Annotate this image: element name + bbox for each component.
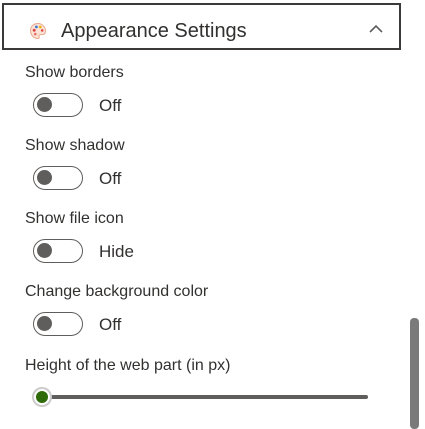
change-background-color-state: Off bbox=[99, 315, 122, 334]
appearance-settings-header[interactable]: Appearance Settings bbox=[2, 3, 401, 50]
show-file-icon-state: Hide bbox=[99, 242, 134, 261]
web-part-height-label: Height of the web part (in px) bbox=[25, 357, 231, 374]
change-background-color-label: Change background color bbox=[25, 283, 209, 300]
toggle-knob bbox=[37, 170, 52, 185]
vertical-scrollbar-thumb[interactable] bbox=[410, 318, 419, 429]
change-background-color-toggle[interactable] bbox=[33, 312, 83, 336]
settings-panel: Appearance Settings Show borders Off Sho… bbox=[0, 0, 425, 429]
show-file-icon-toggle[interactable] bbox=[33, 239, 83, 263]
toggle-knob bbox=[37, 316, 52, 331]
toggle-knob bbox=[37, 97, 52, 112]
show-shadow-label: Show shadow bbox=[25, 137, 125, 154]
slider-thumb-dot bbox=[36, 391, 48, 403]
section-title: Appearance Settings bbox=[61, 20, 247, 42]
height-slider-track[interactable] bbox=[37, 395, 368, 399]
show-file-icon-label: Show file icon bbox=[25, 210, 124, 227]
palette-icon bbox=[29, 22, 47, 40]
show-borders-toggle[interactable] bbox=[33, 93, 83, 117]
chevron-up-icon[interactable] bbox=[367, 23, 385, 35]
toggle-knob bbox=[37, 243, 52, 258]
show-borders-label: Show borders bbox=[25, 64, 124, 81]
show-borders-state: Off bbox=[99, 96, 122, 115]
height-slider-thumb[interactable] bbox=[32, 387, 52, 407]
show-shadow-state: Off bbox=[99, 169, 122, 188]
show-shadow-toggle[interactable] bbox=[33, 166, 83, 190]
